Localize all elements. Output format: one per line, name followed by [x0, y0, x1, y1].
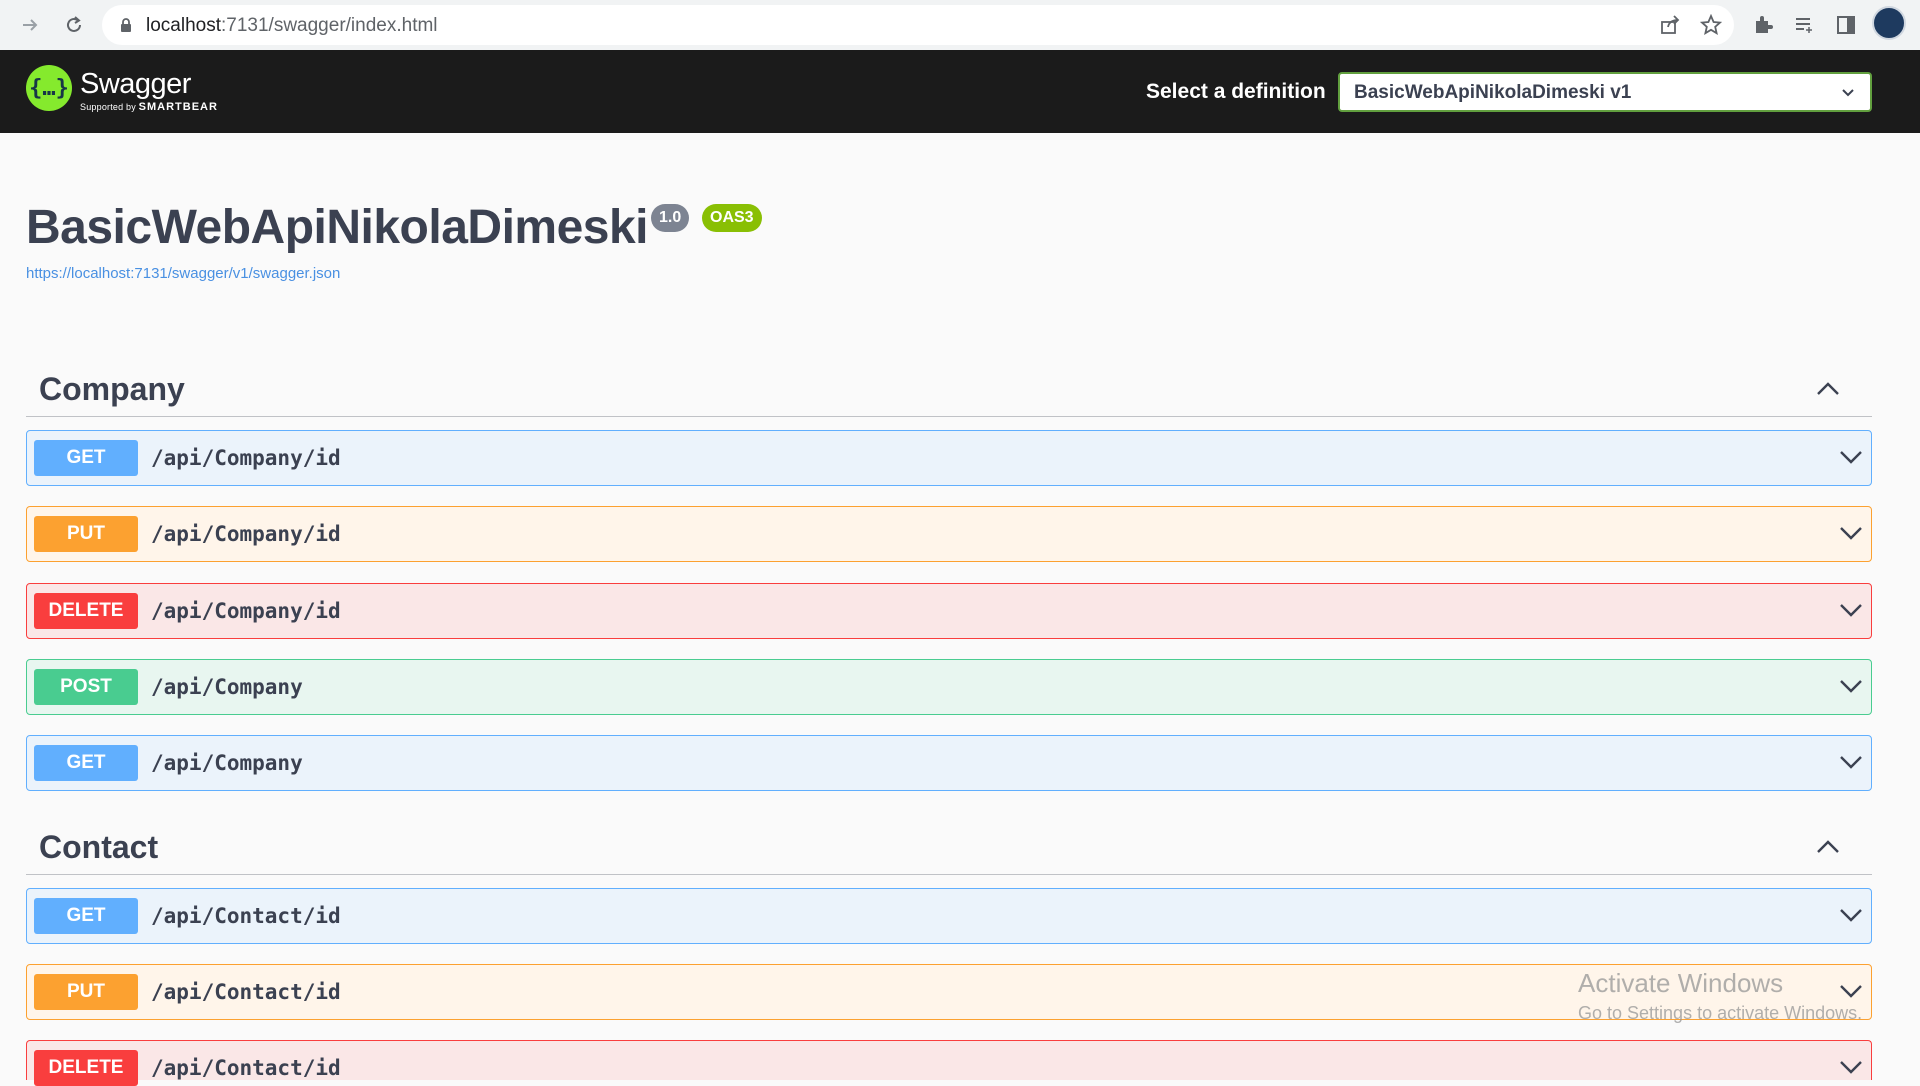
section-company[interactable]: Company [26, 357, 1872, 417]
logo-brand: SMARTBEAR [138, 101, 218, 113]
reload-icon[interactable] [58, 9, 90, 41]
extensions-icon[interactable] [1747, 9, 1779, 41]
browser-toolbar: localhost:7131/swagger/index.html [0, 0, 1920, 50]
definition-select-value: BasicWebApiNikolaDimeski v1 [1354, 82, 1632, 103]
operation-path: /api/Company/id [151, 446, 341, 470]
swagger-logo[interactable]: {…} Swagger Supported by SMARTBEAR [26, 65, 218, 113]
method-badge: DELETE [34, 593, 138, 629]
address-bar[interactable]: localhost:7131/swagger/index.html [102, 5, 1734, 45]
oas-badge: OAS3 [702, 204, 762, 232]
logo-supported: Supported by [80, 102, 136, 112]
chevron-down-icon[interactable] [1837, 596, 1865, 624]
star-icon[interactable] [1695, 9, 1727, 41]
version-badge: 1.0 [651, 204, 690, 232]
profile-avatar[interactable] [1872, 6, 1906, 40]
operation-put-company-id[interactable]: PUT /api/Company/id [26, 506, 1872, 562]
chevron-down-icon[interactable] [1837, 672, 1865, 700]
operation-path: /api/Contact/id [151, 1056, 341, 1080]
method-badge: PUT [34, 974, 138, 1010]
chevron-down-icon[interactable] [1837, 443, 1865, 471]
share-icon[interactable] [1654, 9, 1686, 41]
method-badge: PUT [34, 516, 138, 552]
section-title: Contact [39, 829, 159, 865]
url-host: localhost [146, 15, 221, 36]
definition-select-label: Select a definition [1146, 80, 1326, 103]
swagger-topbar: {…} Swagger Supported by SMARTBEAR Selec… [0, 50, 1920, 133]
reading-list-icon[interactable] [1788, 9, 1820, 41]
chevron-down-icon[interactable] [1837, 977, 1865, 1005]
operation-path: /api/Contact/id [151, 904, 341, 928]
operation-post-company[interactable]: POST /api/Company [26, 659, 1872, 715]
method-badge: GET [34, 440, 138, 476]
chevron-down-icon [1842, 89, 1854, 97]
operation-get-contact-id[interactable]: GET /api/Contact/id [26, 888, 1872, 944]
section-title: Company [39, 371, 185, 407]
activation-watermark-subtitle: Go to Settings to activate Windows. [1578, 1003, 1863, 1023]
definition-select[interactable]: BasicWebApiNikolaDimeski v1 [1338, 72, 1872, 112]
method-badge: GET [34, 898, 138, 934]
section-contact[interactable]: Contact [26, 815, 1872, 875]
operation-delete-company-id[interactable]: DELETE /api/Company/id [26, 583, 1872, 639]
url-path: :7131/swagger/index.html [221, 15, 438, 36]
operation-delete-contact-id[interactable]: DELETE /api/Contact/id [26, 1040, 1872, 1086]
api-title: BasicWebApiNikolaDimeski [26, 201, 649, 254]
chevron-up-icon[interactable] [1814, 833, 1842, 861]
operation-path: /api/Company [151, 751, 303, 775]
lock-icon[interactable] [120, 17, 132, 33]
activation-watermark-title: Activate Windows [1578, 968, 1784, 998]
chevron-down-icon[interactable] [1837, 519, 1865, 547]
url-text[interactable]: localhost:7131/swagger/index.html [146, 15, 438, 37]
operation-path: /api/Company/id [151, 599, 341, 623]
operation-get-company-id[interactable]: GET /api/Company/id [26, 430, 1872, 486]
side-panel-icon[interactable] [1830, 9, 1862, 41]
swagger-logo-icon: {…} [26, 65, 72, 111]
logo-subtitle: Supported by SMARTBEAR [80, 101, 218, 113]
operation-path: /api/Company/id [151, 522, 341, 546]
method-badge: POST [34, 669, 138, 705]
chevron-down-icon[interactable] [1837, 1053, 1865, 1081]
method-badge: GET [34, 745, 138, 781]
operation-get-company[interactable]: GET /api/Company [26, 735, 1872, 791]
operation-path: /api/Company [151, 675, 303, 699]
spec-url-link[interactable]: https://localhost:7131/swagger/v1/swagge… [26, 265, 340, 282]
operation-path: /api/Contact/id [151, 980, 341, 1004]
chevron-up-icon[interactable] [1814, 375, 1842, 403]
forward-icon[interactable] [14, 9, 46, 41]
method-badge: DELETE [34, 1050, 138, 1086]
logo-name: Swagger [80, 68, 191, 100]
chevron-down-icon[interactable] [1837, 901, 1865, 929]
chevron-down-icon[interactable] [1837, 748, 1865, 776]
